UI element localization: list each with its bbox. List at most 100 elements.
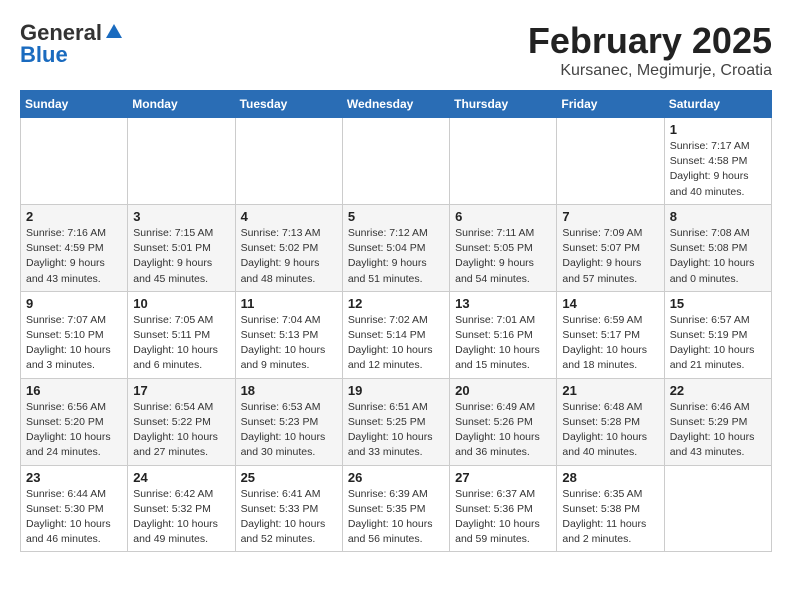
calendar-cell: 23 Sunrise: 6:44 AM Sunset: 5:30 PM Dayli… <box>21 465 128 552</box>
day-info: Sunrise: 7:05 AM Sunset: 5:11 PM Dayligh… <box>133 313 229 374</box>
calendar-cell: 25 Sunrise: 6:41 AM Sunset: 5:33 PM Dayli… <box>235 465 342 552</box>
calendar-cell: 1 Sunrise: 7:17 AM Sunset: 4:58 PM Daylig… <box>664 118 771 205</box>
calendar-cell: 3 Sunrise: 7:15 AM Sunset: 5:01 PM Daylig… <box>128 204 235 291</box>
calendar-cell: 11 Sunrise: 7:04 AM Sunset: 5:13 PM Dayli… <box>235 291 342 378</box>
calendar-cell: 27 Sunrise: 6:37 AM Sunset: 5:36 PM Dayli… <box>450 465 557 552</box>
day-info: Sunrise: 6:44 AM Sunset: 5:30 PM Dayligh… <box>26 487 122 548</box>
day-info: Sunrise: 7:12 AM Sunset: 5:04 PM Dayligh… <box>348 226 444 287</box>
day-info: Sunrise: 6:37 AM Sunset: 5:36 PM Dayligh… <box>455 487 551 548</box>
day-number: 28 <box>562 470 658 485</box>
calendar-week-row: 23 Sunrise: 6:44 AM Sunset: 5:30 PM Dayli… <box>21 465 772 552</box>
calendar-cell: 21 Sunrise: 6:48 AM Sunset: 5:28 PM Dayli… <box>557 378 664 465</box>
day-info: Sunrise: 6:53 AM Sunset: 5:23 PM Dayligh… <box>241 400 337 461</box>
day-number: 21 <box>562 383 658 398</box>
calendar-cell: 14 Sunrise: 6:59 AM Sunset: 5:17 PM Dayli… <box>557 291 664 378</box>
day-info: Sunrise: 7:08 AM Sunset: 5:08 PM Dayligh… <box>670 226 766 287</box>
day-info: Sunrise: 7:11 AM Sunset: 5:05 PM Dayligh… <box>455 226 551 287</box>
col-header-friday: Friday <box>557 91 664 118</box>
day-number: 12 <box>348 296 444 311</box>
day-info: Sunrise: 6:54 AM Sunset: 5:22 PM Dayligh… <box>133 400 229 461</box>
title-area: February 2025 Kursanec, Megimurje, Croat… <box>528 20 772 80</box>
calendar-cell <box>450 118 557 205</box>
calendar-cell: 15 Sunrise: 6:57 AM Sunset: 5:19 PM Dayli… <box>664 291 771 378</box>
calendar-cell: 19Sunrise: 6:51 AM Sunset: 5:25 PM Dayli… <box>342 378 449 465</box>
day-number: 22 <box>670 383 766 398</box>
day-info: Sunrise: 7:04 AM Sunset: 5:13 PM Dayligh… <box>241 313 337 374</box>
day-number: 26 <box>348 470 444 485</box>
calendar-cell: 24 Sunrise: 6:42 AM Sunset: 5:32 PM Dayli… <box>128 465 235 552</box>
calendar-cell: 4 Sunrise: 7:13 AM Sunset: 5:02 PM Daylig… <box>235 204 342 291</box>
day-info: Sunrise: 6:57 AM Sunset: 5:19 PM Dayligh… <box>670 313 766 374</box>
day-number: 15 <box>670 296 766 311</box>
day-number: 8 <box>670 209 766 224</box>
calendar-week-row: 16Sunrise: 6:56 AM Sunset: 5:20 PM Dayli… <box>21 378 772 465</box>
calendar-cell <box>557 118 664 205</box>
day-info: Sunrise: 7:16 AM Sunset: 4:59 PM Dayligh… <box>26 226 122 287</box>
calendar-cell: 8 Sunrise: 7:08 AM Sunset: 5:08 PM Daylig… <box>664 204 771 291</box>
day-info: Sunrise: 6:46 AM Sunset: 5:29 PM Dayligh… <box>670 400 766 461</box>
calendar-cell <box>21 118 128 205</box>
calendar-cell: 17 Sunrise: 6:54 AM Sunset: 5:22 PM Dayli… <box>128 378 235 465</box>
calendar-cell: 10 Sunrise: 7:05 AM Sunset: 5:11 PM Dayli… <box>128 291 235 378</box>
day-info: Sunrise: 7:15 AM Sunset: 5:01 PM Dayligh… <box>133 226 229 287</box>
calendar-cell: 7 Sunrise: 7:09 AM Sunset: 5:07 PM Daylig… <box>557 204 664 291</box>
logo-blue-text: Blue <box>20 42 68 68</box>
day-number: 24 <box>133 470 229 485</box>
day-info: Sunrise: 6:49 AM Sunset: 5:26 PM Dayligh… <box>455 400 551 461</box>
day-info: Sunrise: 7:01 AM Sunset: 5:16 PM Dayligh… <box>455 313 551 374</box>
day-info: Sunrise: 6:41 AM Sunset: 5:33 PM Dayligh… <box>241 487 337 548</box>
day-info: Sunrise: 6:35 AM Sunset: 5:38 PM Dayligh… <box>562 487 658 548</box>
calendar-cell: 12 Sunrise: 7:02 AM Sunset: 5:14 PM Dayli… <box>342 291 449 378</box>
calendar-cell: 20 Sunrise: 6:49 AM Sunset: 5:26 PM Dayli… <box>450 378 557 465</box>
logo: General Blue <box>20 20 124 68</box>
location: Kursanec, Megimurje, Croatia <box>528 62 772 80</box>
day-number: 3 <box>133 209 229 224</box>
calendar-cell <box>342 118 449 205</box>
day-number: 7 <box>562 209 658 224</box>
day-number: 9 <box>26 296 122 311</box>
col-header-tuesday: Tuesday <box>235 91 342 118</box>
day-number: 27 <box>455 470 551 485</box>
day-number: 20 <box>455 383 551 398</box>
calendar-cell <box>235 118 342 205</box>
calendar-cell: 22 Sunrise: 6:46 AM Sunset: 5:29 PM Dayli… <box>664 378 771 465</box>
day-number: 6 <box>455 209 551 224</box>
calendar-week-row: 1 Sunrise: 7:17 AM Sunset: 4:58 PM Daylig… <box>21 118 772 205</box>
calendar-cell: 18Sunrise: 6:53 AM Sunset: 5:23 PM Dayli… <box>235 378 342 465</box>
calendar-week-row: 9 Sunrise: 7:07 AM Sunset: 5:10 PM Daylig… <box>21 291 772 378</box>
calendar-cell: 13Sunrise: 7:01 AM Sunset: 5:16 PM Dayli… <box>450 291 557 378</box>
calendar-cell: 5 Sunrise: 7:12 AM Sunset: 5:04 PM Daylig… <box>342 204 449 291</box>
day-number: 11 <box>241 296 337 311</box>
col-header-sunday: Sunday <box>21 91 128 118</box>
col-header-monday: Monday <box>128 91 235 118</box>
day-number: 19 <box>348 383 444 398</box>
day-info: Sunrise: 7:07 AM Sunset: 5:10 PM Dayligh… <box>26 313 122 374</box>
day-number: 4 <box>241 209 337 224</box>
day-info: Sunrise: 6:42 AM Sunset: 5:32 PM Dayligh… <box>133 487 229 548</box>
day-info: Sunrise: 7:17 AM Sunset: 4:58 PM Dayligh… <box>670 139 766 200</box>
day-number: 25 <box>241 470 337 485</box>
day-info: Sunrise: 6:56 AM Sunset: 5:20 PM Dayligh… <box>26 400 122 461</box>
day-number: 23 <box>26 470 122 485</box>
calendar-cell <box>128 118 235 205</box>
calendar-cell: 16Sunrise: 6:56 AM Sunset: 5:20 PM Dayli… <box>21 378 128 465</box>
day-number: 1 <box>670 122 766 137</box>
day-info: Sunrise: 7:13 AM Sunset: 5:02 PM Dayligh… <box>241 226 337 287</box>
day-number: 5 <box>348 209 444 224</box>
day-info: Sunrise: 6:59 AM Sunset: 5:17 PM Dayligh… <box>562 313 658 374</box>
calendar-cell: 26Sunrise: 6:39 AM Sunset: 5:35 PM Dayli… <box>342 465 449 552</box>
page-header: General Blue February 2025 Kursanec, Meg… <box>20 20 772 80</box>
day-info: Sunrise: 6:48 AM Sunset: 5:28 PM Dayligh… <box>562 400 658 461</box>
col-header-wednesday: Wednesday <box>342 91 449 118</box>
day-number: 10 <box>133 296 229 311</box>
day-info: Sunrise: 7:09 AM Sunset: 5:07 PM Dayligh… <box>562 226 658 287</box>
col-header-thursday: Thursday <box>450 91 557 118</box>
calendar-week-row: 2 Sunrise: 7:16 AM Sunset: 4:59 PM Daylig… <box>21 204 772 291</box>
day-number: 2 <box>26 209 122 224</box>
calendar-header-row: SundayMondayTuesdayWednesdayThursdayFrid… <box>21 91 772 118</box>
calendar-cell: 2 Sunrise: 7:16 AM Sunset: 4:59 PM Daylig… <box>21 204 128 291</box>
day-number: 17 <box>133 383 229 398</box>
day-info: Sunrise: 7:02 AM Sunset: 5:14 PM Dayligh… <box>348 313 444 374</box>
logo-icon <box>104 22 124 42</box>
day-number: 14 <box>562 296 658 311</box>
